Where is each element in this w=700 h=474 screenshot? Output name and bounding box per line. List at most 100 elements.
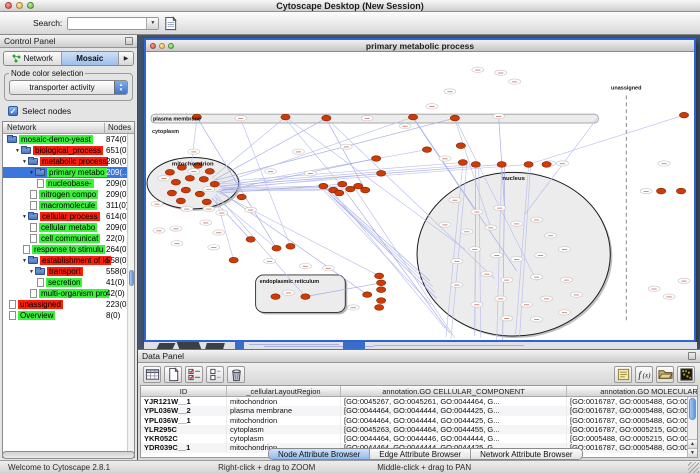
expand-arrow-icon[interactable]: ▼ — [14, 148, 21, 154]
expand-arrow-icon[interactable]: ▼ — [28, 269, 35, 275]
import-attr-icon[interactable] — [161, 14, 179, 32]
network-tree-row[interactable]: response to stimulu264(0) — [3, 244, 134, 255]
network-name: multi-organism pro — [39, 289, 109, 298]
heatmap-icon[interactable] — [677, 366, 695, 383]
node-count: 41(0) — [106, 278, 125, 287]
table-cell: [GO:0044464, GO:0044446, GO:0044444, G..… — [341, 434, 567, 443]
expand-arrow-icon[interactable]: ▼ — [28, 170, 35, 176]
data-panel-toolbar: f(x) — [138, 363, 700, 385]
network-file-icon — [37, 179, 44, 188]
formula-icon[interactable]: f(x) — [635, 366, 653, 383]
tree-scrollbar[interactable] — [127, 134, 134, 457]
table-scrollbar[interactable]: ▲ ▼ — [687, 397, 697, 457]
data-panel-title: Data Panel — [142, 351, 184, 361]
network-tree-row[interactable]: nucleobase-209(0) — [3, 178, 134, 189]
float-data-panel-icon[interactable] — [688, 352, 696, 360]
close-button[interactable] — [5, 2, 12, 9]
network-svg[interactable]: plasma membranecytoplasmmitochondrionnuc… — [146, 52, 694, 340]
zoom-button[interactable] — [27, 2, 34, 9]
network-tree-row[interactable]: unassigned223(0) — [3, 299, 134, 310]
column-header[interactable]: annotation.GO CELLULAR_COMPONENT — [341, 386, 567, 396]
tab-network[interactable]: Network — [4, 52, 62, 65]
svg-text:endoplasmic reticulum: endoplasmic reticulum — [260, 279, 320, 285]
node-color-selection-group: Node color selection transporter activit… — [4, 69, 133, 101]
network-folder-icon — [28, 257, 38, 264]
search-input[interactable] — [68, 18, 146, 29]
column-header[interactable]: ID — [141, 386, 227, 396]
tab-mosaic[interactable]: Mosaic — [62, 52, 120, 65]
scroll-up-button[interactable]: ▲ — [688, 439, 697, 448]
tree-scrollbar-thumb[interactable] — [129, 270, 134, 286]
network-tree-row[interactable]: mosaic-demo-yeast874(0) — [3, 134, 134, 145]
frame-zoom-button[interactable] — [168, 43, 174, 49]
network-name: biological_process — [33, 146, 103, 155]
table-cell: [GO:0016787, GO:0005488, GO:0005215, G..… — [567, 443, 698, 452]
attribute-browser-tabs: Node Attribute BrowserEdge Attribute Bro… — [268, 448, 583, 460]
network-tree-row[interactable]: secretion41(0) — [3, 277, 134, 288]
network-tree-row[interactable]: Overview8(0) — [3, 310, 134, 321]
network-tree-row[interactable]: nitrogen compo209(0) — [3, 189, 134, 200]
node-count: 8(0) — [106, 311, 120, 320]
tab-node-attribute-browser[interactable]: Node Attribute Browser — [269, 449, 370, 459]
network-tree-body: mosaic-demo-yeast874(0) ▼ biological_proce… — [3, 134, 134, 457]
table-row[interactable]: YPL036W__1mitochondrion[GO:0044464, GO:0… — [141, 416, 697, 425]
network-tree-row[interactable]: macromolecule311(0) — [3, 200, 134, 211]
unselect-attr-icon[interactable] — [206, 366, 224, 383]
table-row[interactable]: YJR121W__1mitochondrion[GO:0045267, GO:0… — [141, 397, 697, 406]
node-color-select[interactable]: transporter activity ▲▼ — [9, 80, 128, 95]
tab-overflow-arrow-icon[interactable]: ▶ — [119, 52, 133, 65]
float-panel-icon[interactable] — [125, 37, 133, 45]
notes-icon[interactable] — [614, 366, 632, 383]
table-row[interactable]: YLR295Ccytoplasm[GO:0045263, GO:0044464,… — [141, 425, 697, 434]
table-cell: [GO:0016787, GO:0005488, GO:0005215, G..… — [567, 406, 698, 415]
attr-table-icon[interactable] — [143, 366, 161, 383]
expand-arrow-icon[interactable]: ▼ — [21, 214, 28, 220]
table-row[interactable]: YKR052Ccytoplasm[GO:0044464, GO:0044446,… — [141, 434, 697, 443]
resize-grip[interactable] — [688, 462, 699, 473]
table-scrollbar-thumb[interactable] — [689, 398, 696, 420]
minimize-button[interactable] — [16, 2, 23, 9]
network-tree-row[interactable]: cellular metabo209(0) — [3, 222, 134, 233]
column-header[interactable]: annotation.GO MOLECULAR_FUNCTION — [567, 386, 698, 396]
table-cell: mitochondrion — [227, 397, 341, 406]
network-tree-row[interactable]: ▼establishment of lo558(0) — [3, 255, 134, 266]
network-name: unassigned — [18, 300, 63, 309]
select-nodes-checkbox[interactable]: ✓ — [8, 106, 18, 116]
network-tree-row[interactable]: ▼cellular process614(0) — [3, 211, 134, 222]
network-folder-icon — [35, 268, 45, 275]
select-nodes-label: Select nodes — [22, 106, 71, 116]
column-header[interactable]: _cellularLayoutRegion — [227, 386, 341, 396]
table-cell: cytoplasm — [227, 434, 341, 443]
network-tree-row[interactable]: ▼biological_process651(0) — [3, 145, 134, 156]
network-name: response to stimulu — [32, 245, 105, 254]
tree-column-network[interactable]: Network — [7, 123, 36, 132]
network-file-icon — [30, 201, 37, 210]
open-attr-icon[interactable] — [656, 366, 674, 383]
delete-attr-icon[interactable] — [227, 366, 245, 383]
search-dropdown-arrow-icon[interactable]: ▼ — [146, 18, 158, 29]
network-name: cellular metabo — [39, 223, 97, 232]
network-tree-row[interactable]: ▼metabolic process280(0) — [3, 156, 134, 167]
mdi-desktop: primary metabolic process plasma membran… — [138, 35, 700, 349]
frame-window-controls — [150, 43, 174, 49]
network-tree-row[interactable]: cell communicat22(0) — [3, 233, 134, 244]
network-tree-row[interactable]: ▼transport558(0) — [3, 266, 134, 277]
network-canvas[interactable]: plasma membranecytoplasmmitochondrionnuc… — [146, 52, 694, 340]
expand-arrow-icon[interactable]: ▼ — [21, 258, 28, 264]
table-row[interactable]: YPL036W__2plasma membrane[GO:0044464, GO… — [141, 406, 697, 415]
network-tree-row[interactable]: ▼primary metabo209(... — [3, 167, 134, 178]
data-panel: Data Panel f(x) ID_cellularLayoutRegiona… — [138, 349, 700, 460]
expand-arrow-icon[interactable]: ▼ — [21, 159, 28, 165]
status-zoom-hint: Right-click + drag to ZOOM — [218, 463, 315, 472]
tab-edge-attribute-browser[interactable]: Edge Attribute Browser — [370, 449, 471, 459]
network-tree-row[interactable]: multi-organism pro42(0) — [3, 288, 134, 299]
new-attr-icon[interactable] — [164, 366, 182, 383]
table-cell: plasma membrane — [227, 406, 341, 415]
control-panel-title: Control Panel — [4, 36, 56, 46]
frame-close-button[interactable] — [150, 43, 156, 49]
scroll-down-button[interactable]: ▼ — [688, 448, 697, 457]
network-view-titlebar[interactable]: primary metabolic process — [146, 40, 694, 52]
tab-network-attribute-browser[interactable]: Network Attribute Browser — [471, 449, 581, 459]
select-attr-icon[interactable] — [185, 366, 203, 383]
frame-minimize-button[interactable] — [159, 43, 165, 49]
